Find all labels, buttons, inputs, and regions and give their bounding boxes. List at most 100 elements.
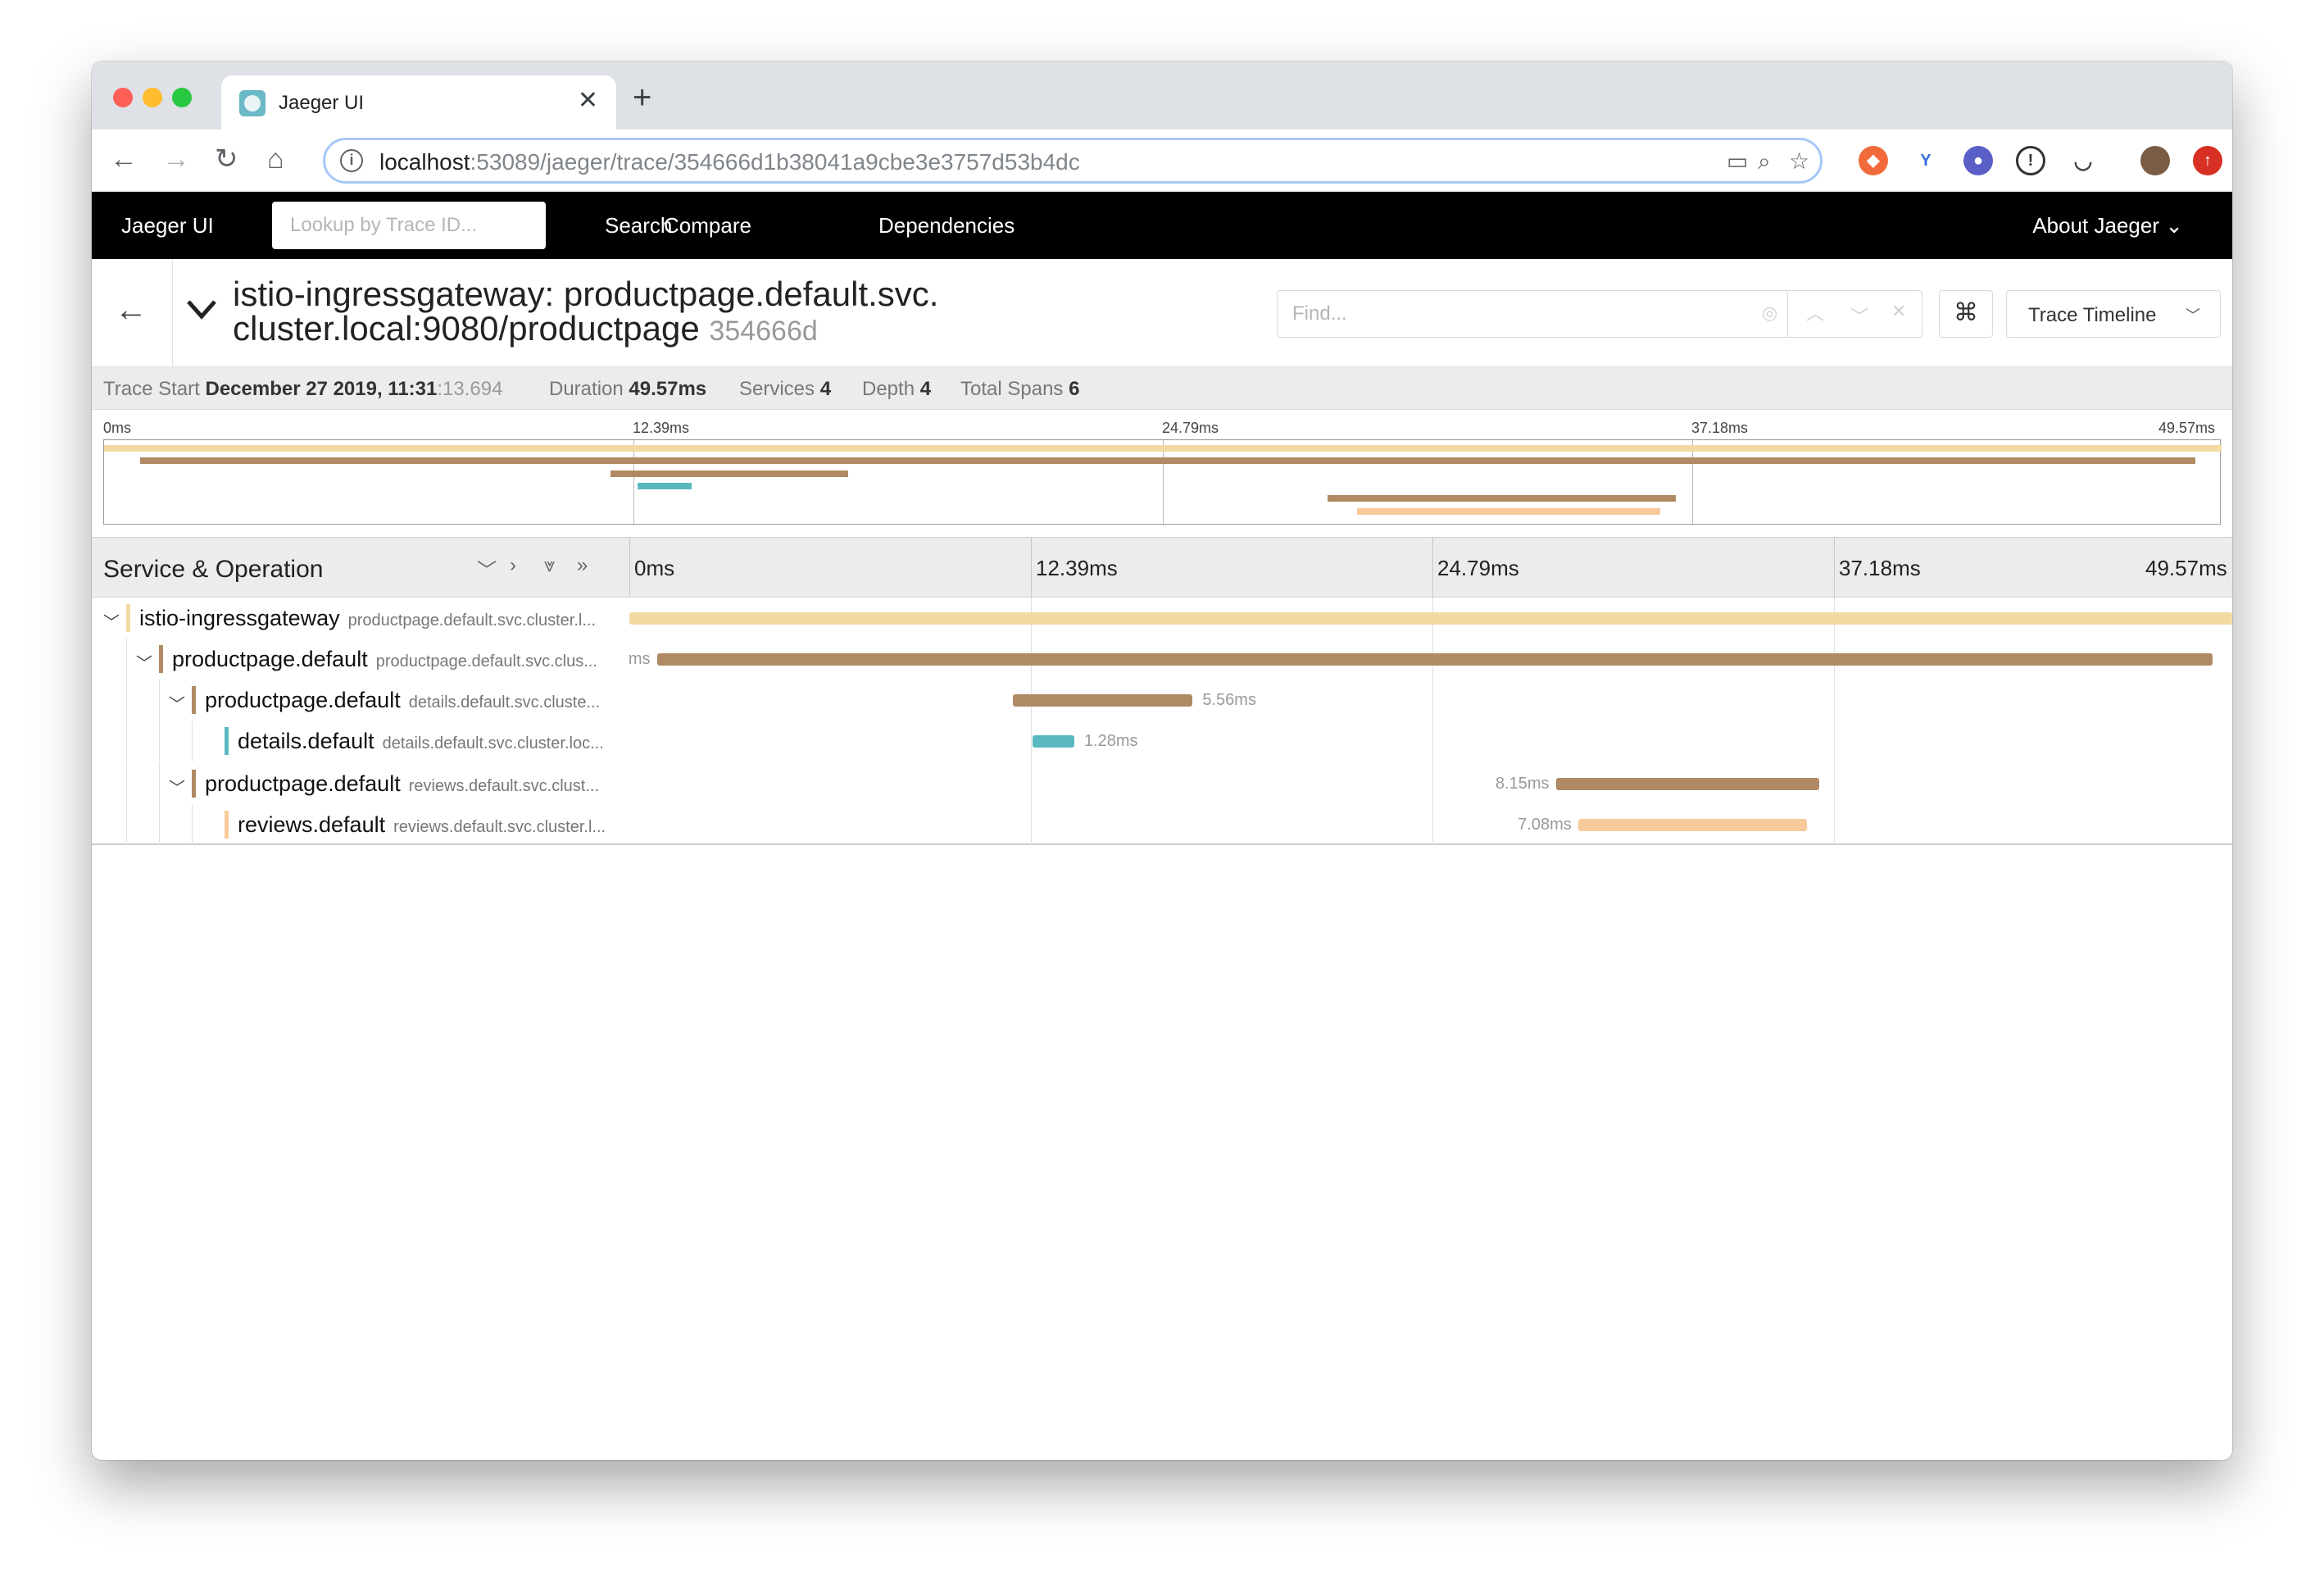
depth-value: 4 — [919, 378, 932, 400]
trace-minimap[interactable]: 0ms 12.39ms 24.79ms 37.18ms 49.57ms — [92, 410, 2232, 538]
depth-label: Depth — [862, 378, 915, 400]
expand-one-icon[interactable]: › — [510, 554, 516, 577]
extension-icon-2[interactable]: Y — [1911, 146, 1940, 175]
collapse-all-icon[interactable]: ⩔ — [544, 554, 556, 577]
trace-start-ms: :13.694 — [437, 378, 503, 400]
update-icon[interactable]: ↑ — [2193, 146, 2222, 175]
forward-icon[interactable]: → — [162, 143, 190, 175]
minimap-gridline — [1163, 440, 1164, 525]
zoom-icon[interactable]: ⌕ — [1758, 148, 1771, 175]
tab-title: Jaeger UI — [279, 92, 365, 114]
span-name-cell[interactable]: ﹀ productpage.default productpage.default.… — [92, 639, 629, 680]
about-jaeger-menu[interactable]: About Jaeger ⌄ — [2032, 213, 2183, 239]
span-duration-label: 7.08ms — [1518, 816, 1572, 834]
span-row[interactable]: ﹀ productpage.default reviews.default.svc.… — [92, 763, 2232, 804]
chevron-down-icon[interactable]: ﹀ — [103, 609, 120, 633]
cast-icon[interactable]: ▭ — [1727, 148, 1748, 175]
avatar[interactable] — [2140, 146, 2170, 175]
collapse-one-icon[interactable]: ﹀ — [477, 554, 497, 583]
chevron-down-icon[interactable]: ﹀ — [136, 650, 152, 674]
minimize-window-button[interactable] — [143, 88, 162, 107]
prev-result-icon[interactable]: ︿ — [1806, 299, 1824, 325]
span-name-cell[interactable]: details.default details.default.svc.clust… — [92, 721, 629, 761]
span-name-cell[interactable]: ﹀ productpage.default reviews.default.svc.… — [92, 763, 629, 804]
expand-all-icon[interactable]: » — [577, 554, 588, 577]
duration-label: Duration — [549, 378, 624, 400]
chevron-down-icon: ﹀ — [2186, 307, 2200, 324]
bookmark-star-icon[interactable]: ☆ — [1789, 148, 1809, 175]
site-info-icon[interactable]: i — [340, 149, 363, 172]
maximize-window-button[interactable] — [172, 88, 192, 107]
find-controls: ◎ ︿ ﹀ ✕ — [1745, 290, 1922, 338]
url-text[interactable]: localhost:53089/jaeger/trace/354666d1b38… — [379, 149, 1080, 175]
keyboard-shortcuts-button[interactable]: ⌘ — [1939, 290, 1993, 338]
close-window-button[interactable] — [113, 88, 133, 107]
service-label: productpage.default — [172, 647, 368, 671]
minimap-frame[interactable] — [103, 439, 2222, 525]
operation-label: reviews.default.svc.cluster.l... — [393, 818, 606, 836]
service-color-marker — [159, 645, 163, 673]
back-icon[interactable]: ← — [110, 143, 138, 175]
nav-search[interactable]: Search — [605, 213, 672, 239]
minimap-span-bar — [104, 445, 2222, 452]
indent-guide — [126, 680, 127, 721]
extension-icon-1[interactable]: ◆ — [1859, 146, 1888, 175]
service-color-marker — [192, 770, 196, 798]
services-label: Services — [739, 378, 815, 400]
address-bar[interactable]: i localhost:53089/jaeger/trace/354666d1b… — [323, 138, 1822, 184]
span-service-name: details.default details.default.svc.clust… — [238, 729, 604, 754]
browser-tab[interactable]: Jaeger UI ✕ — [221, 75, 616, 130]
operation-label: details.default.svc.cluste... — [408, 693, 601, 711]
trace-id-lookup-input[interactable] — [272, 202, 546, 249]
span-row[interactable]: ﹀ productpage.default productpage.default.… — [92, 639, 2232, 680]
minimap-gridline — [633, 440, 634, 525]
brand-link[interactable]: Jaeger UI — [121, 213, 214, 239]
extension-icon-3[interactable]: ● — [1963, 146, 1993, 175]
span-bar[interactable] — [1012, 694, 1193, 707]
minimap-tick: 12.39ms — [633, 420, 690, 436]
nav-compare[interactable]: Compare — [664, 213, 751, 239]
pocket-icon[interactable]: ◡ — [2068, 146, 2098, 175]
span-row[interactable]: ﹀ productpage.default details.default.svc.… — [92, 680, 2232, 721]
new-tab-button[interactable]: + — [633, 81, 651, 114]
tab-strip: Jaeger UI ✕ + — [92, 61, 2232, 130]
span-bar[interactable] — [656, 653, 2213, 666]
span-bar[interactable] — [1577, 819, 1808, 831]
span-name-cell[interactable]: ﹀ productpage.default details.default.svc.… — [92, 680, 629, 721]
locate-icon[interactable]: ◎ — [1762, 302, 1777, 324]
span-bar[interactable] — [629, 612, 2232, 625]
find-input[interactable] — [1277, 290, 1788, 338]
url-path: :53089/jaeger/trace/354666d1b38041a9cbe3… — [470, 149, 1080, 175]
span-bar[interactable] — [1555, 778, 1820, 790]
total-spans-value: 6 — [1069, 378, 1080, 400]
minimap-span-bar — [140, 457, 2195, 465]
span-service-name: istio-ingressgateway productpage.default.… — [139, 606, 596, 631]
span-name-cell[interactable]: ﹀ istio-ingressgateway productpage.default… — [92, 598, 629, 639]
span-row[interactable]: reviews.default reviews.default.svc.clust… — [92, 804, 2232, 845]
clear-find-icon[interactable]: ✕ — [1891, 301, 1906, 322]
chevron-down-icon[interactable] — [185, 297, 218, 321]
url-host: localhost — [379, 149, 470, 175]
span-row[interactable]: details.default details.default.svc.clust… — [92, 721, 2232, 761]
home-icon[interactable]: ⌂ — [267, 143, 284, 175]
trace-summary: Trace Start December 27 2019, 11:31:13.6… — [92, 367, 2232, 410]
minimap-tick: 24.79ms — [1162, 420, 1219, 436]
duration: Duration 49.57ms — [549, 378, 706, 401]
next-result-icon[interactable]: ﹀ — [1850, 302, 1868, 329]
view-mode-select[interactable]: Trace Timeline ﹀ — [2006, 290, 2221, 338]
back-arrow-icon[interactable]: ← — [115, 292, 148, 329]
chevron-down-icon[interactable]: ﹀ — [169, 691, 185, 715]
trace-id: 354666d — [709, 316, 818, 347]
extension-icon-4[interactable]: ! — [2016, 146, 2045, 175]
timeline-header: Service & Operation ﹀ › ⩔ » 0ms 12.39ms … — [92, 538, 2232, 598]
span-bar[interactable] — [1033, 735, 1074, 748]
tab-close-icon[interactable]: ✕ — [578, 89, 598, 113]
span-duration-label: 1.28ms — [1083, 732, 1138, 750]
trace-title: istio-ingressgateway: productpage.defaul… — [233, 277, 938, 348]
operation-label: productpage.default.svc.cluster.l... — [347, 611, 597, 630]
span-row[interactable]: ﹀ istio-ingressgateway productpage.default… — [92, 598, 2232, 639]
chevron-down-icon[interactable]: ﹀ — [169, 775, 185, 798]
reload-icon[interactable]: ↻ — [215, 143, 238, 175]
nav-dependencies[interactable]: Dependencies — [878, 213, 1014, 239]
span-name-cell[interactable]: reviews.default reviews.default.svc.clust… — [92, 804, 629, 845]
